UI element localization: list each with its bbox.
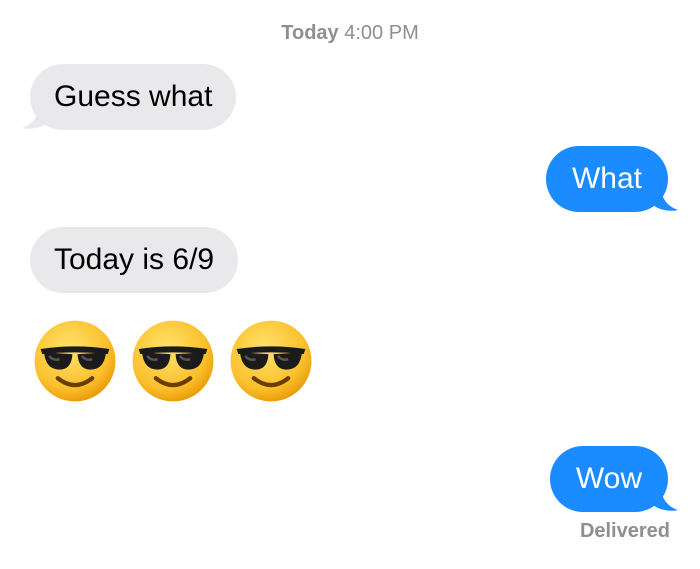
delivery-status: Delivered: [579, 520, 670, 542]
timestamp-time: 4:00 PM: [344, 22, 419, 44]
message-bubble-incoming[interactable]: Today is 6/9: [30, 227, 239, 293]
message-text: What: [571, 162, 642, 195]
message-bubble-outgoing[interactable]: Wow: [549, 446, 668, 512]
message-bubble-incoming[interactable]: Guess what: [30, 64, 237, 130]
message-timestamp: Today 4:00 PM: [0, 22, 700, 45]
timestamp-day: Today: [281, 22, 339, 44]
message-text: Wow: [575, 462, 642, 495]
message-text: Today is 6/9: [54, 243, 215, 276]
message-bubble-outgoing[interactable]: What: [545, 146, 668, 212]
smiling-face-with-sunglasses-icon: [230, 320, 312, 402]
smiling-face-with-sunglasses-icon: [34, 320, 116, 402]
message-text: Guess what: [54, 80, 213, 113]
smiling-face-with-sunglasses-icon: [132, 320, 214, 402]
